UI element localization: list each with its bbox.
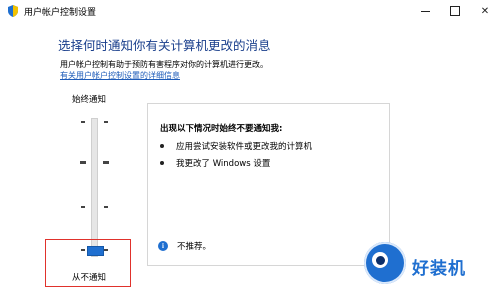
maximize-button[interactable] — [440, 0, 470, 22]
list-item: 我更改了 Windows 设置 — [160, 157, 270, 169]
slider-top-label: 始终通知 — [72, 95, 107, 105]
close-button[interactable]: ✕ — [470, 0, 500, 22]
page-heading: 选择何时通知你有关计算机更改的消息 — [58, 38, 271, 53]
bullet-icon — [160, 161, 164, 165]
slider-tick — [104, 121, 108, 123]
slider-tick — [80, 161, 86, 164]
slider-tick — [103, 161, 109, 164]
slider-tick — [104, 206, 108, 208]
uac-shield-icon — [8, 5, 18, 17]
maximize-icon — [450, 6, 460, 16]
minimize-icon — [420, 11, 430, 12]
bullet-text: 应用尝试安装软件或更改我的计算机 — [176, 142, 313, 152]
close-icon: ✕ — [480, 5, 490, 17]
window-title: 用户帐户控制设置 — [24, 8, 97, 18]
minimize-button[interactable] — [410, 0, 440, 22]
bullet-text: 我更改了 Windows 设置 — [176, 159, 271, 169]
watermark-pupil-icon — [376, 256, 385, 265]
list-item: 应用尝试安装软件或更改我的计算机 — [160, 140, 312, 152]
page-description: 用户帐户控制有助于预防有害程序对你的计算机进行更改。 — [60, 60, 268, 69]
slider-tick — [81, 206, 85, 208]
recommendation-note: i 不推荐。 — [158, 240, 211, 252]
title-bar: 用户帐户控制设置 ✕ — [0, 0, 500, 22]
info-icon: i — [158, 241, 168, 251]
uac-slider-track[interactable] — [91, 118, 98, 257]
uac-details-link[interactable]: 有关用户帐户控制设置的详细信息 — [60, 70, 180, 81]
bullet-icon — [160, 144, 164, 148]
note-text: 不推荐。 — [177, 242, 212, 252]
watermark: 好装机 — [358, 238, 498, 300]
red-highlight-box — [45, 239, 131, 287]
slider-tick — [81, 121, 85, 123]
panel-title: 出现以下情况时始终不要通知我: — [160, 124, 283, 134]
watermark-text: 好装机 — [412, 259, 466, 279]
